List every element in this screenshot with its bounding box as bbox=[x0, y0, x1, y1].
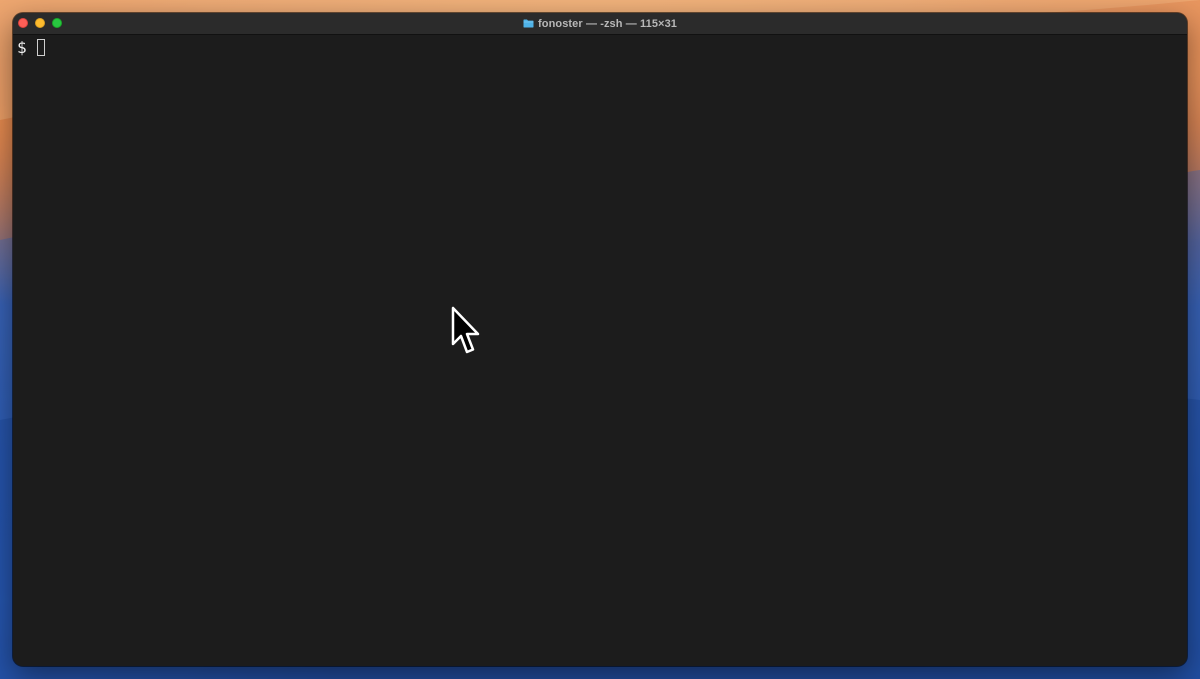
terminal-window[interactable]: fonoster — -zsh — 115×31 $ bbox=[13, 13, 1187, 666]
window-titlebar[interactable]: fonoster — -zsh — 115×31 bbox=[13, 13, 1187, 35]
close-button[interactable] bbox=[18, 18, 28, 28]
shell-prompt: $ bbox=[17, 37, 27, 57]
prompt-line[interactable]: $ bbox=[17, 37, 45, 57]
window-title-text: fonoster — -zsh — 115×31 bbox=[537, 17, 678, 30]
maximize-button[interactable] bbox=[52, 18, 62, 28]
text-cursor bbox=[36, 38, 45, 56]
folder-icon bbox=[523, 19, 534, 28]
mouse-pointer-icon bbox=[451, 306, 480, 354]
window-title: fonoster — -zsh — 115×31 bbox=[523, 18, 677, 30]
terminal-content[interactable]: $ bbox=[13, 35, 1187, 666]
minimize-button[interactable] bbox=[35, 18, 45, 28]
window-controls bbox=[18, 18, 62, 28]
